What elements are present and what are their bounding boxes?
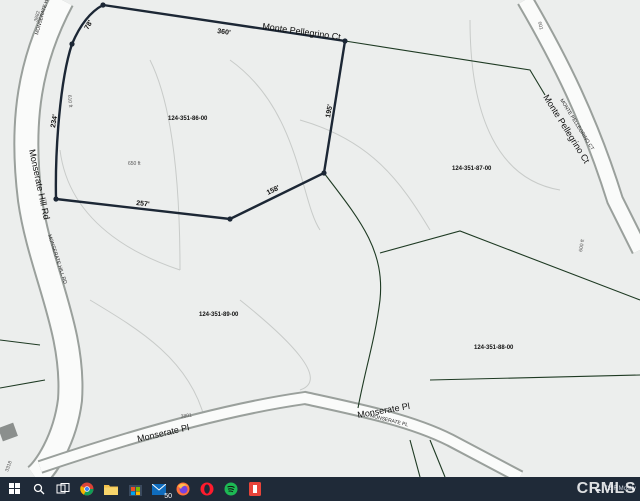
contour-label-610: 610 ft — [66, 95, 73, 109]
chrome-icon[interactable] — [78, 480, 96, 498]
building-footprint — [0, 422, 18, 442]
spotify-icon[interactable] — [222, 480, 240, 498]
contour-lines — [59, 19, 561, 421]
monte-pellegrino-road — [518, 0, 640, 254]
contour-label-600: 600 ft — [578, 238, 586, 252]
file-explorer-icon[interactable] — [102, 480, 120, 498]
contour-label-650: 650 ft — [128, 161, 141, 167]
dimension-360: 360' — [217, 28, 232, 37]
parcel-boundaries — [0, 40, 640, 477]
opera-icon[interactable] — [198, 480, 216, 498]
map-canvas[interactable]: 124-351-86-00 124-351-87-00 124-351-88-0… — [0, 0, 640, 477]
store-icon[interactable] — [126, 480, 144, 498]
search-icon[interactable] — [30, 480, 48, 498]
parcel-label-89: 124-351-89-00 — [199, 312, 239, 318]
app-icon[interactable] — [246, 480, 264, 498]
subject-parcel-outline[interactable] — [54, 3, 347, 221]
mail-icon[interactable]: 50 — [150, 480, 172, 500]
windows-start-icon[interactable] — [6, 480, 24, 498]
road-label-monte-pellegrino-ct: Monte Pellegrino Ct — [262, 21, 342, 42]
parcel-label-87: 124-351-87-00 — [452, 166, 492, 172]
parcel-label-88: 124-351-88-00 — [474, 345, 514, 351]
contour-label-3318: 3318 — [4, 460, 14, 473]
firefox-icon[interactable] — [174, 480, 192, 498]
parcel-label-86: 124-351-86-00 — [168, 116, 208, 122]
watermark-logo: CRMLS — [576, 480, 636, 497]
dimension-257: 257' — [136, 200, 150, 208]
mail-count-badge: 50 — [164, 493, 172, 500]
windows-taskbar: 50 ☁ 72°F Mostly — [0, 477, 640, 501]
task-view-icon[interactable] — [54, 480, 72, 498]
parcel-map[interactable]: 124-351-86-00 124-351-87-00 124-351-88-0… — [0, 0, 640, 477]
